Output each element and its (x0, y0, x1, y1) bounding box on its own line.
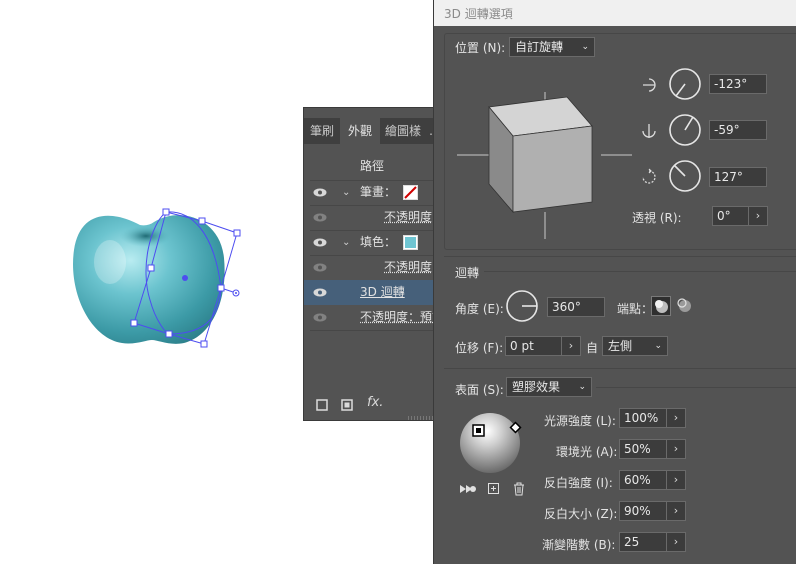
center-point (182, 275, 188, 281)
x-axis-rotate-icon (640, 76, 658, 94)
3d-revolve-effect-link[interactable]: 3D 迴轉 (360, 280, 405, 305)
y-angle-dial[interactable] (668, 113, 702, 147)
x-angle-dial[interactable] (668, 67, 702, 101)
appearance-row-fill[interactable]: ⌄ 填色： (304, 230, 444, 255)
eye-icon[interactable] (313, 213, 327, 222)
dialog-title: 3D 迴轉選項 (444, 5, 513, 22)
chevron-down-icon: ⌄ (654, 337, 662, 355)
stroke-none-swatch-icon[interactable] (403, 185, 418, 200)
light-intensity-label: 光源強度 (L): (544, 412, 616, 429)
y-axis-rotate-icon (640, 122, 658, 140)
appearance-panel: 筆刷 外觀 繪圖樣 … 路徑 ⌄ 筆畫： 不透明度 ⌄ 填色： 不透明度 3D … (303, 107, 443, 421)
new-light-icon[interactable] (487, 482, 501, 496)
from-value: 左側 (608, 339, 632, 353)
angle-label: 角度 (E): (455, 300, 504, 317)
from-label: 自 (586, 339, 598, 356)
highlight-intensity-slider-button[interactable]: › (667, 470, 686, 490)
eye-icon[interactable] (313, 288, 327, 297)
z-axis-rotate-icon (640, 168, 658, 186)
light-intensity-input[interactable]: 100% (619, 408, 667, 428)
offset-stepper-button[interactable]: › (562, 336, 581, 356)
revolve-angle-input[interactable]: 360° (547, 297, 605, 317)
eye-icon[interactable] (313, 238, 327, 247)
add-effect-fx-icon[interactable]: fx. (367, 395, 383, 410)
position-value: 自訂旋轉 (515, 40, 563, 54)
tab-graphic-styles[interactable]: 繪圖樣 (380, 118, 426, 144)
stroke-label: 筆畫： (360, 180, 396, 205)
solid-cap-icon (652, 297, 670, 315)
path-header: 路徑 (360, 157, 384, 174)
eye-icon[interactable] (313, 263, 327, 272)
offset-label: 位移 (F): (455, 339, 503, 356)
panel-tabs: 筆刷 外觀 繪圖樣 … (304, 118, 444, 144)
blend-steps-slider-button[interactable]: › (667, 532, 686, 552)
cap-on-button[interactable] (651, 296, 671, 316)
appearance-row-stroke-opacity[interactable]: 不透明度 (304, 205, 444, 230)
revolve-section-title: 迴轉 (455, 264, 479, 281)
highlight-size-slider-button[interactable]: › (667, 501, 686, 521)
perspective-input[interactable]: 0° (712, 206, 749, 226)
surface-dropdown[interactable]: 塑膠效果 ⌄ (506, 377, 592, 397)
chevron-down-icon: ⌄ (581, 38, 589, 56)
opacity-default-link[interactable]: 不透明度：預設 (360, 305, 444, 330)
appearance-row-stroke[interactable]: ⌄ 筆畫： (304, 180, 444, 205)
cap-label: 端點： (617, 300, 653, 317)
ambient-light-input[interactable]: 50% (619, 439, 667, 459)
blend-steps-input[interactable]: 25 (619, 532, 667, 552)
chevron-down-icon: ⌄ (578, 378, 586, 396)
z-angle-input[interactable]: 127° (709, 167, 767, 187)
rotation-handle-dot (235, 292, 237, 294)
perspective-slider-button[interactable]: › (749, 206, 768, 226)
hollow-cap-icon (675, 296, 693, 314)
light-intensity-slider-button[interactable]: › (667, 408, 686, 428)
revolve-angle-dial[interactable] (505, 289, 539, 323)
rotation-cube-preview[interactable] (457, 74, 632, 242)
expand-chevron-icon[interactable]: ⌄ (342, 180, 350, 205)
move-light-to-back-icon[interactable] (459, 482, 477, 496)
surface-value: 塑膠效果 (512, 380, 560, 394)
perspective-label: 透視 (R): (632, 209, 682, 226)
x-angle-input[interactable]: -123° (709, 74, 767, 94)
opacity-link[interactable]: 不透明度 (384, 205, 432, 230)
apple-top-dimple (120, 225, 172, 247)
add-new-fill-icon[interactable] (341, 399, 353, 411)
z-angle-dial[interactable] (668, 159, 702, 193)
lighting-sphere-preview[interactable] (459, 411, 527, 475)
appearance-row-opacity-default[interactable]: 不透明度：預設 (304, 305, 444, 330)
ambient-light-label: 環境光 (A): (556, 443, 617, 460)
opacity-link[interactable]: 不透明度 (384, 255, 432, 280)
eye-icon[interactable] (313, 188, 327, 197)
apple-highlight (94, 240, 126, 284)
fill-swatch-icon[interactable] (403, 235, 418, 250)
position-section: 位置 (N): 自訂旋轉 ⌄ -123° -59° 127° 透視 (R): 0… (444, 33, 796, 250)
artwork-canvas[interactable] (0, 0, 300, 400)
appearance-row-fill-opacity[interactable]: 不透明度 (304, 255, 444, 280)
position-dropdown[interactable]: 自訂旋轉 ⌄ (509, 37, 595, 57)
add-new-stroke-icon[interactable] (316, 399, 328, 411)
dialog-titlebar[interactable]: 3D 迴轉選項 (434, 0, 796, 26)
position-label: 位置 (N): (455, 39, 505, 56)
expand-chevron-icon[interactable]: ⌄ (342, 230, 350, 255)
3d-revolve-options-dialog: 3D 迴轉選項 位置 (N): 自訂旋轉 ⌄ -123° -59° 127° 透… (433, 0, 796, 564)
highlight-size-label: 反白大小 (Z): (544, 505, 617, 522)
ambient-light-slider-button[interactable]: › (667, 439, 686, 459)
fill-label: 填色： (360, 230, 396, 255)
cap-off-button[interactable] (675, 296, 695, 316)
offset-input[interactable]: 0 pt (505, 336, 562, 356)
surface-label: 表面 (S): (455, 381, 504, 398)
panel-footer: fx. (304, 390, 444, 420)
delete-light-trash-icon[interactable] (512, 481, 526, 496)
highlight-intensity-input[interactable]: 60% (619, 470, 667, 490)
eye-icon[interactable] (313, 313, 327, 322)
highlight-size-input[interactable]: 90% (619, 501, 667, 521)
appearance-row-3d-revolve[interactable]: 3D 迴轉 (304, 280, 444, 305)
tab-brushes[interactable]: 筆刷 (304, 118, 340, 144)
blend-steps-label: 漸變階數 (B): (542, 536, 615, 553)
highlight-intensity-label: 反白強度 (I): (544, 474, 613, 491)
from-dropdown[interactable]: 左側 ⌄ (602, 336, 668, 356)
tab-appearance[interactable]: 外觀 (340, 118, 380, 144)
y-angle-input[interactable]: -59° (709, 120, 767, 140)
